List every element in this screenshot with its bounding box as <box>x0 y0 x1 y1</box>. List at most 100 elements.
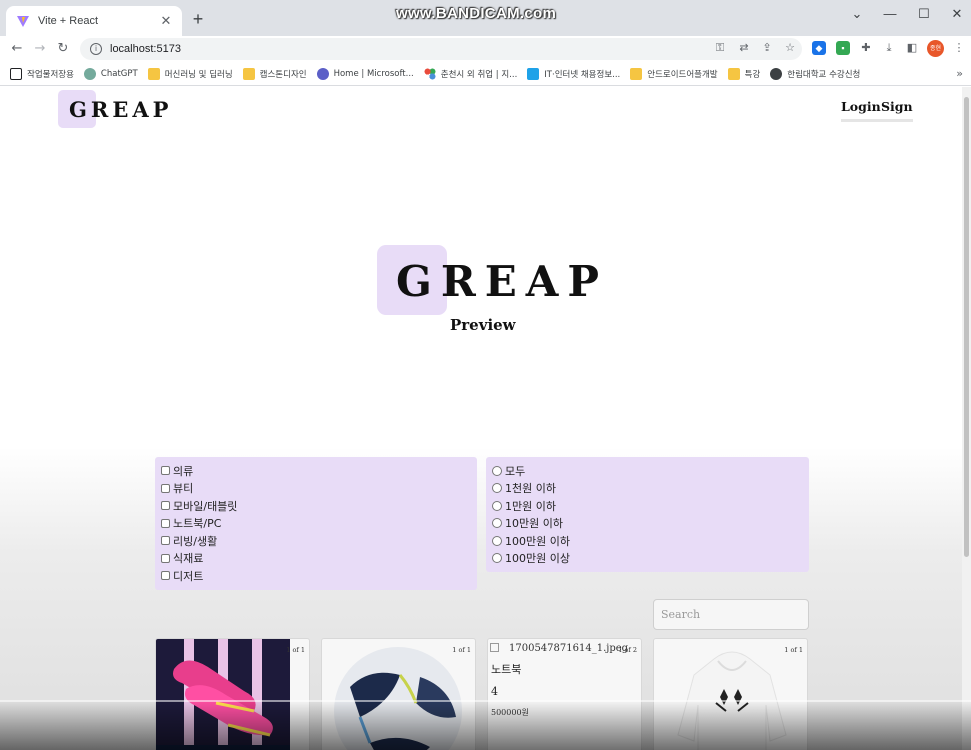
tab-search-icon[interactable]: ⌄ <box>847 6 867 22</box>
bookmarks-bar: 작업물저장용 ChatGPT 머신러닝 및 딥러닝 캡스톤디자인 Home | … <box>0 62 971 86</box>
tab-active[interactable]: Vite + React ✕ <box>6 6 182 36</box>
checkbox[interactable] <box>161 553 170 563</box>
price-option[interactable]: 1천원 이하 <box>492 480 809 498</box>
extensions-puzzle-icon[interactable]: ✚ <box>859 41 873 55</box>
radio[interactable] <box>492 535 502 546</box>
product-card[interactable]: 1 of 1 <box>155 638 310 750</box>
radio[interactable] <box>492 483 502 494</box>
price-option[interactable]: 1만원 이하 <box>492 497 809 515</box>
price-option[interactable]: 모두 <box>492 462 809 480</box>
bookmark-label: 캡스톤디자인 <box>259 69 307 80</box>
category-label: 뷰티 <box>173 482 194 496</box>
reload-icon[interactable]: ↻ <box>54 40 72 58</box>
checkbox[interactable] <box>161 466 170 476</box>
download-icon[interactable]: ⤓ <box>882 41 896 55</box>
category-option[interactable]: 모바일/태블릿 <box>161 497 477 515</box>
price-label: 모두 <box>505 464 526 478</box>
checkbox[interactable] <box>161 518 170 528</box>
recording-watermark: www.BANDICAM.com <box>396 5 557 22</box>
cleats-illustration <box>156 660 290 750</box>
radio[interactable] <box>492 553 502 564</box>
page-viewport: GREAP Login Sign GREAP Preview 의류 뷰티 모바일… <box>0 87 962 750</box>
category-option[interactable]: 노트북/PC <box>161 515 477 533</box>
bookmark-item[interactable]: 특강 <box>727 67 760 80</box>
address-bar[interactable]: i localhost:5173 <box>80 38 802 60</box>
bookmark-item[interactable]: ChatGPT <box>83 67 138 80</box>
sign-link[interactable]: Sign <box>881 99 913 122</box>
bookmark-item[interactable]: 춘천시 외 취업 | 지... <box>423 67 518 80</box>
radio[interactable] <box>492 500 502 511</box>
bookmark-star-icon[interactable]: ☆ <box>783 41 797 55</box>
extension-green-icon[interactable]: ▪ <box>836 41 850 55</box>
checkbox[interactable] <box>161 501 170 511</box>
search-input[interactable] <box>653 599 809 630</box>
product-card[interactable]: 1 of 1 <box>653 638 808 750</box>
image-counter: 1 of 1 <box>784 646 803 654</box>
chatgpt-icon <box>83 67 96 80</box>
category-label: 모바일/태블릿 <box>173 499 238 513</box>
checkbox[interactable] <box>161 536 170 546</box>
category-label: 의류 <box>173 464 194 478</box>
logo-text: GREAP <box>69 96 173 122</box>
job-site-icon <box>527 67 540 80</box>
category-label: 식재료 <box>173 552 204 566</box>
product-card[interactable]: 1700547871614_1.jpeg 1 of 2 노트북 4 500000… <box>487 638 642 750</box>
translate-icon[interactable]: ⇄ <box>737 41 751 55</box>
share-icon[interactable]: ⇪ <box>760 41 774 55</box>
new-tab-button[interactable]: + <box>188 9 208 29</box>
page-scrollbar[interactable] <box>962 87 971 750</box>
shield-extension-icon[interactable]: ◆ <box>812 41 826 55</box>
minimize-button[interactable]: — <box>880 6 900 21</box>
more-bookmarks-icon[interactable]: » <box>956 67 963 80</box>
vite-icon <box>17 16 29 27</box>
product-image-cleats <box>156 639 290 750</box>
checkbox[interactable] <box>161 483 170 493</box>
side-panel-icon[interactable]: ◧ <box>905 41 919 55</box>
category-label: 노트북/PC <box>173 517 222 531</box>
price-label: 1만원 이하 <box>505 499 556 513</box>
bookmark-label: 한림대학교 수강신청 <box>787 69 861 80</box>
product-card[interactable]: 1 of 1 <box>321 638 476 750</box>
category-option[interactable]: 디저트 <box>161 567 477 585</box>
price-option[interactable]: 100만원 이상 <box>492 550 809 568</box>
price-label: 1천원 이하 <box>505 482 556 496</box>
bookmark-item[interactable]: 한림대학교 수강신청 <box>770 67 861 80</box>
login-link[interactable]: Login <box>841 99 881 122</box>
bookmark-label: 작업물저장용 <box>27 69 74 80</box>
radio[interactable] <box>492 465 502 476</box>
broken-image-icon <box>490 643 499 652</box>
bookmark-label: IT·인터넷 채용정보... <box>544 69 621 80</box>
header-logo[interactable]: GREAP <box>58 90 168 128</box>
menu-kebab-icon[interactable]: ⋮ <box>952 41 966 55</box>
category-option[interactable]: 리빙/생활 <box>161 532 477 550</box>
back-icon[interactable]: ← <box>8 40 26 58</box>
image-counter: 1 of 2 <box>618 646 637 654</box>
category-option[interactable]: 의류 <box>161 462 477 480</box>
profile-avatar[interactable]: 종현 <box>927 40 944 57</box>
category-option[interactable]: 뷰티 <box>161 480 477 498</box>
price-option[interactable]: 100만원 이하 <box>492 532 809 550</box>
category-option[interactable]: 식재료 <box>161 550 477 568</box>
close-tab-icon[interactable]: ✕ <box>158 14 174 29</box>
bookmark-item[interactable]: IT·인터넷 채용정보... <box>527 67 621 80</box>
bookmark-label: 춘천시 외 취업 | 지... <box>440 69 518 80</box>
checkbox[interactable] <box>161 571 170 581</box>
bookmark-item[interactable]: Home | Microsoft... <box>316 67 414 80</box>
category-label: 디저트 <box>173 569 204 583</box>
forward-icon[interactable]: → <box>31 40 49 58</box>
scrollbar-thumb[interactable] <box>964 97 969 557</box>
radio[interactable] <box>492 518 502 529</box>
price-filter: 모두 1천원 이하 1만원 이하 10만원 이하 100만원 이하 100만원 … <box>486 457 809 572</box>
broken-image: 1700547871614_1.jpeg <box>490 643 628 654</box>
bookmark-item[interactable]: 안드로이드어플개발 <box>630 67 718 80</box>
price-option[interactable]: 10만원 이하 <box>492 515 809 533</box>
bookmark-item[interactable]: 작업물저장용 <box>10 67 74 80</box>
close-window-button[interactable]: ✕ <box>947 6 967 22</box>
bookmark-label: ChatGPT <box>100 68 138 79</box>
bookmark-label: 안드로이드어플개발 <box>647 69 718 80</box>
site-info-icon[interactable]: i <box>90 43 102 55</box>
maximize-button[interactable]: ☐ <box>914 6 934 22</box>
bookmark-item[interactable]: 머신러닝 및 딥러닝 <box>147 67 233 80</box>
key-icon[interactable]: ⚿ <box>713 41 727 55</box>
bookmark-item[interactable]: 캡스톤디자인 <box>242 67 307 80</box>
